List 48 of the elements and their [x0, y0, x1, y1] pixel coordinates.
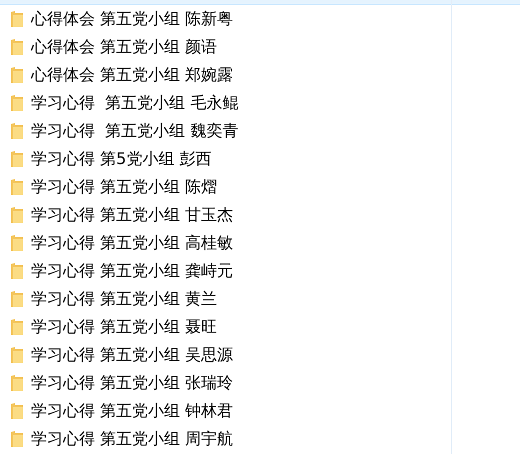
folder-name: 学习心得 第五党小组 魏奕青: [31, 120, 238, 142]
folder-row[interactable]: 学习心得 第五党小组 钟林君: [0, 397, 520, 425]
folder-row[interactable]: 学习心得 第五党小组 毛永鲲: [0, 89, 520, 117]
folder-row[interactable]: 学习心得 第5党小组 彭西: [0, 145, 520, 173]
folder-name: 学习心得 第5党小组 彭西: [31, 148, 212, 170]
folder-icon: [10, 94, 24, 112]
folder-icon: [10, 10, 24, 28]
folder-row[interactable]: 学习心得 第五党小组 高桂敏: [0, 229, 520, 257]
folder-name: 学习心得 第五党小组 聂旺: [31, 316, 218, 338]
folder-name: 学习心得 第五党小组 钟林君: [31, 400, 234, 422]
folder-name: 心得体会 第五党小组 陈新粤: [31, 8, 234, 30]
folder-row[interactable]: 心得体会 第五党小组 陈新粤: [0, 5, 520, 33]
folder-row[interactable]: 心得体会 第五党小组 颜语: [0, 33, 520, 61]
folder-name: 学习心得 第五党小组 龚峙元: [31, 260, 234, 282]
folder-icon: [10, 402, 24, 420]
folder-name: 学习心得 第五党小组 吴思源: [31, 344, 234, 366]
folder-name: 学习心得 第五党小组 周宇航: [31, 428, 234, 450]
folder-icon: [10, 206, 24, 224]
folder-name: 学习心得 第五党小组 陈熠: [31, 176, 218, 198]
folder-name: 心得体会 第五党小组 颜语: [31, 36, 218, 58]
folder-icon: [10, 66, 24, 84]
folder-icon: [10, 38, 24, 56]
folder-name: 心得体会 第五党小组 郑婉露: [31, 64, 234, 86]
folder-row[interactable]: 学习心得 第五党小组 张瑞玲: [0, 369, 520, 397]
folder-name: 学习心得 第五党小组 毛永鲲: [31, 92, 238, 114]
folder-icon: [10, 374, 24, 392]
folder-icon: [10, 234, 24, 252]
folder-row[interactable]: 心得体会 第五党小组 郑婉露: [0, 61, 520, 89]
folder-icon: [10, 290, 24, 308]
folder-row[interactable]: 学习心得 第五党小组 聂旺: [0, 313, 520, 341]
folder-row[interactable]: 学习心得 第五党小组 吴思源: [0, 341, 520, 369]
folder-row[interactable]: 学习心得 第五党小组 黄兰: [0, 285, 520, 313]
folder-row[interactable]: 学习心得 第五党小组 魏奕青: [0, 117, 520, 145]
folder-row[interactable]: 学习心得 第五党小组 龚峙元: [0, 257, 520, 285]
folder-icon: [10, 150, 24, 168]
folder-name: 学习心得 第五党小组 高桂敏: [31, 232, 234, 254]
folder-name: 学习心得 第五党小组 黄兰: [31, 288, 218, 310]
folder-icon: [10, 178, 24, 196]
folder-name: 学习心得 第五党小组 甘玉杰: [31, 204, 234, 226]
folder-row[interactable]: 学习心得 第五党小组 周宇航: [0, 425, 520, 453]
folder-icon: [10, 122, 24, 140]
folder-row[interactable]: 学习心得 第五党小组 甘玉杰: [0, 201, 520, 229]
folder-icon: [10, 346, 24, 364]
folder-icon: [10, 430, 24, 448]
folder-icon: [10, 262, 24, 280]
folder-icon: [10, 318, 24, 336]
folder-row[interactable]: 学习心得 第五党小组 陈熠: [0, 173, 520, 201]
folder-name: 学习心得 第五党小组 张瑞玲: [31, 372, 234, 394]
